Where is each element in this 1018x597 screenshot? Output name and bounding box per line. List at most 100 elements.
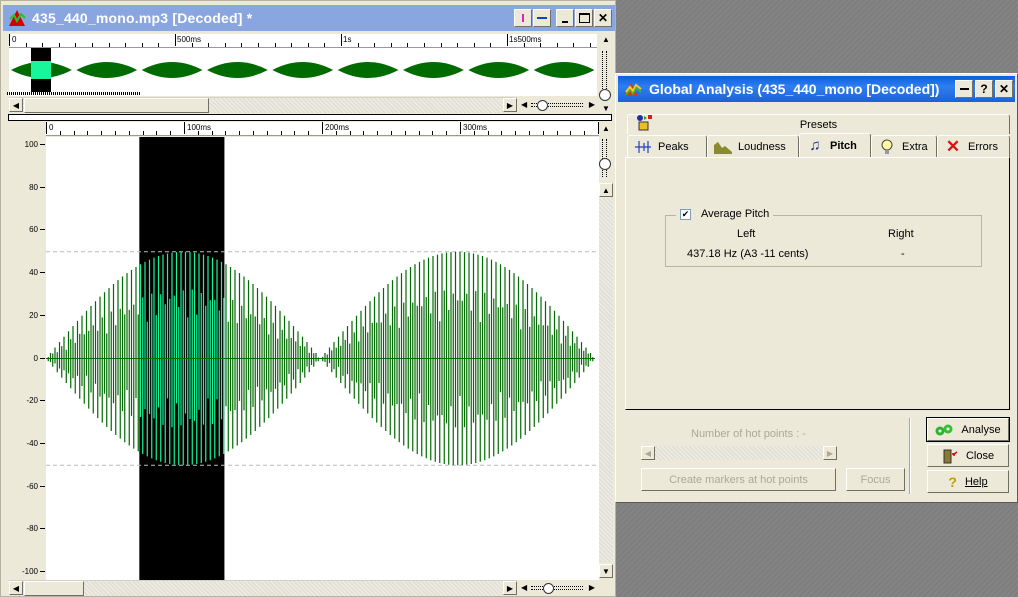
dialog-help-button[interactable]: ?: [975, 80, 993, 98]
overview-lobe: [337, 62, 399, 78]
y-tick-label: -100: [22, 567, 45, 576]
help-button[interactable]: ? Help: [927, 470, 1009, 493]
detail-time-ruler[interactable]: 0 100ms 200ms 300ms: [46, 122, 599, 136]
scroll-left-button[interactable]: ◀: [9, 581, 23, 595]
right-channel-header: Right: [888, 228, 914, 240]
editor-title: 435_440_mono.mp3 [Decoded] *: [32, 10, 253, 26]
ruler-tick: [280, 131, 282, 135]
scroll-left-button[interactable]: ◀: [9, 98, 23, 112]
ruler-tick: [170, 131, 172, 135]
tab-loudness[interactable]: Loudness: [707, 135, 799, 157]
tab-errors[interactable]: ✕ Errors: [937, 135, 1010, 157]
ruler-tick: [184, 122, 185, 134]
right-pitch-value: -: [901, 248, 905, 260]
detail-zoom-up-icon[interactable]: ▲: [602, 124, 610, 133]
dialog-minimize-button[interactable]: [955, 80, 973, 98]
scroll-right-button[interactable]: ▶: [823, 446, 837, 460]
overview-lobe: [272, 62, 334, 78]
detail-vertical-scroll-up[interactable]: ▲: [599, 183, 613, 197]
tab-label: Pitch: [830, 139, 857, 152]
overview-horizontal-scrollbar[interactable]: ◀ ▶: [9, 97, 517, 113]
peaks-icon: [634, 139, 652, 155]
overview-lobe: [76, 62, 138, 78]
ruler-tick: [540, 43, 542, 47]
ruler-tick: [542, 131, 544, 135]
y-tick-label: -80: [26, 524, 45, 533]
y-tick-label: 0: [34, 354, 45, 363]
ruler-tick: [322, 122, 323, 134]
tab-peaks[interactable]: Peaks: [627, 135, 707, 157]
ruler-tick: [92, 43, 93, 47]
marker-blue-icon: [537, 17, 547, 19]
ruler-tick: [515, 131, 517, 135]
analyse-button[interactable]: Analyse: [926, 417, 1010, 442]
overview-lobe: [533, 62, 595, 78]
ruler-tick: [377, 131, 379, 135]
overview-vertical-zoom-slider[interactable]: [598, 45, 612, 105]
overview-visible-range: [7, 92, 140, 95]
ruler-tick: [156, 131, 158, 135]
ruler-tick: [128, 131, 130, 135]
left-channel-header: Left: [737, 228, 756, 240]
tab-presets[interactable]: Presets: [627, 114, 1010, 134]
overview-time-ruler[interactable]: 0 500ms 1s 1s500ms: [9, 34, 597, 48]
overview-zoom-down-icon[interactable]: ▼: [602, 104, 610, 113]
waveform-detail-view[interactable]: [46, 137, 599, 580]
ruler-tick: [294, 131, 296, 135]
ruler-tick: [432, 131, 434, 135]
detail-vertical-scroll-down[interactable]: ▼: [599, 564, 613, 578]
detail-vertical-scrollbar[interactable]: [599, 198, 613, 562]
overview-horizontal-zoom-slider[interactable]: ◀ ▶: [521, 98, 595, 112]
waveform-chart: [46, 137, 599, 580]
ruler-tick: [363, 131, 365, 135]
close-button[interactable]: ✕: [594, 9, 612, 27]
close-icon: ✕: [597, 11, 609, 25]
presets-tab-label: Presets: [799, 119, 838, 131]
maximize-icon: [578, 13, 590, 23]
scroll-thumb[interactable]: [24, 581, 84, 596]
red-x-icon: ✕: [945, 136, 961, 156]
hot-points-scrollbar[interactable]: ◀ ▶: [641, 446, 837, 460]
minimize-button[interactable]: [556, 9, 574, 27]
scroll-thumb[interactable]: [24, 98, 209, 113]
maximize-button[interactable]: [575, 9, 593, 27]
ruler-tick: [224, 43, 226, 47]
add-marker-button[interactable]: [514, 9, 532, 27]
scroll-right-button[interactable]: ▶: [503, 98, 517, 112]
view-splitter[interactable]: [8, 114, 612, 121]
scroll-right-button[interactable]: ▶: [503, 581, 517, 595]
overview-zoom-up-icon[interactable]: ▲: [602, 35, 610, 44]
detail-horizontal-zoom-slider[interactable]: ◀ ▶: [521, 581, 595, 595]
ruler-tick: [507, 34, 508, 46]
help-label: Help: [964, 475, 988, 488]
ruler-label: 1s: [343, 35, 352, 44]
tab-label: Peaks: [658, 140, 689, 153]
overview-waveform[interactable]: [9, 48, 597, 96]
dialog-title: Global Analysis (435_440_mono [Decoded]): [649, 81, 940, 97]
dialog-close-button[interactable]: ✕: [995, 80, 1013, 98]
ruler-tick: [59, 131, 61, 135]
ruler-tick: [225, 131, 227, 135]
create-markers-button[interactable]: Create markers at hot points: [641, 468, 836, 491]
scroll-left-button[interactable]: ◀: [641, 446, 655, 460]
focus-button[interactable]: Focus: [846, 468, 905, 491]
tab-extra[interactable]: Extra: [871, 135, 937, 157]
ruler-tick: [115, 131, 116, 135]
ruler-tick: [75, 43, 77, 47]
create-markers-label: Create markers at hot points: [669, 473, 808, 486]
ruler-tick: [42, 43, 44, 47]
detail-horizontal-scrollbar[interactable]: ◀ ▶: [9, 580, 517, 596]
ruler-tick: [291, 43, 293, 47]
average-pitch-checkbox[interactable]: ✔: [680, 208, 691, 220]
help-question-icon: ?: [948, 473, 957, 490]
ruler-tick: [460, 122, 461, 134]
remove-marker-button[interactable]: [533, 9, 551, 27]
ruler-tick: [25, 43, 27, 47]
close-dialog-button[interactable]: Close: [927, 444, 1009, 467]
minimize-icon: [562, 21, 568, 23]
tab-pitch[interactable]: ♫ Pitch: [799, 133, 871, 157]
ruler-tick: [241, 43, 243, 47]
dialog-titlebar[interactable]: Global Analysis (435_440_mono [Decoded])…: [618, 76, 1015, 102]
average-pitch-label: Average Pitch: [701, 208, 770, 220]
editor-titlebar[interactable]: 435_440_mono.mp3 [Decoded] * ✕: [3, 5, 615, 31]
